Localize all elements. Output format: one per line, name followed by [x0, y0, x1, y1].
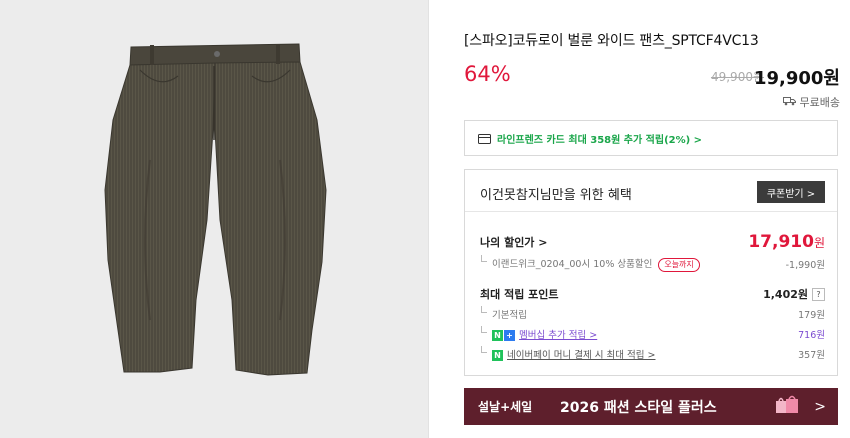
gift-bag-icon [774, 395, 800, 419]
product-title: [스파오]코듀로이 벌룬 와이드 팬츠_SPTCF4VC13 [464, 33, 759, 49]
tree-branch-icon [481, 255, 487, 262]
coupon-label: 이랜드위크_0204_00시 10% 상품할인 오늘까지 [480, 255, 700, 272]
my-discount-value: 17,910 [748, 232, 814, 252]
shipping-info: 무료배송 [782, 94, 840, 110]
benefit-title: 이건못참지님만을 위한 혜택 [480, 188, 632, 203]
npay-link[interactable]: 네이버페이 머니 결제 시 최대 적립 > [507, 350, 655, 361]
membership-link[interactable]: 멤버십 추가 적립 > [519, 330, 597, 341]
max-point-label: 최대 적립 포인트 [480, 288, 559, 301]
sale-price: 19,900원 [753, 68, 840, 89]
npay-point-value: 357원 [798, 350, 825, 361]
coupon-row: 이랜드위크_0204_00시 10% 상품할인 오늘까지 -1,990원 [480, 255, 825, 272]
promo-title: 2026 패션 스타일 플러스 [560, 399, 717, 416]
naver-pay-icon: N [492, 350, 503, 361]
basic-point-row: 기본적립 179원 [480, 306, 825, 321]
product-info-panel: [스파오]코듀로이 벌룬 와이드 팬츠_SPTCF4VC13 64% 49,90… [429, 0, 850, 438]
benefit-box: 이건못참지님만을 위한 혜택 쿠폰받기 > 나의 할인가 > 17,910 원 … [464, 169, 838, 376]
get-coupon-button[interactable]: 쿠폰받기 > [757, 181, 825, 203]
card-banner-text[interactable]: 라인프렌즈 카드 최대 358원 추가 적립(2%) > [497, 131, 702, 146]
product-image[interactable] [0, 0, 428, 438]
discount-rate: 64% [464, 62, 511, 86]
credit-card-icon [478, 129, 491, 148]
basic-point-value: 179원 [798, 310, 825, 321]
pants-image [104, 43, 327, 376]
naver-badge-icon: N [492, 330, 503, 341]
max-point-value: 1,402원 [763, 288, 808, 301]
delivery-truck-icon [782, 96, 796, 109]
tree-branch-icon [481, 326, 487, 333]
npay-point-row: N 네이버페이 머니 결제 시 최대 적립 > 357원 [480, 346, 825, 361]
tree-branch-icon [481, 346, 487, 353]
tree-branch-icon [481, 306, 487, 313]
coupon-value: -1,990원 [785, 260, 825, 271]
basic-point-label: 기본적립 [480, 306, 527, 321]
shipping-label: 무료배송 [799, 96, 840, 109]
coupon-name: 이랜드위크_0204_00시 10% 상품할인 [492, 259, 653, 270]
plus-badge-icon: + [504, 330, 515, 341]
card-benefit-banner[interactable]: 라인프렌즈 카드 최대 358원 추가 적립(2%) > [464, 120, 838, 156]
my-discount-row: 나의 할인가 > 17,910 원 [480, 232, 825, 252]
max-point-row: 최대 적립 포인트 1,402원 ? [480, 286, 825, 302]
promo-banner[interactable]: 설날+세일 2026 패션 스타일 플러스 > [464, 388, 838, 425]
my-discount-unit: 원 [813, 235, 825, 250]
npay-point-label: N 네이버페이 머니 결제 시 최대 적립 > [480, 346, 655, 361]
promo-sale-label: 설날+세일 [478, 400, 533, 414]
promo-arrow-icon[interactable]: > [814, 399, 826, 415]
membership-point-row: N + 멤버십 추가 적립 > 716원 [480, 326, 825, 341]
membership-point-label: N + 멤버십 추가 적립 > [480, 326, 597, 341]
today-only-badge: 오늘까지 [658, 258, 700, 272]
benefit-header: 이건못참지님만을 위한 혜택 쿠폰받기 > [465, 170, 837, 212]
membership-point-value: 716원 [798, 330, 825, 341]
my-discount-label[interactable]: 나의 할인가 > [480, 234, 547, 250]
basic-point-text: 기본적립 [492, 310, 527, 321]
help-icon[interactable]: ? [812, 287, 825, 301]
